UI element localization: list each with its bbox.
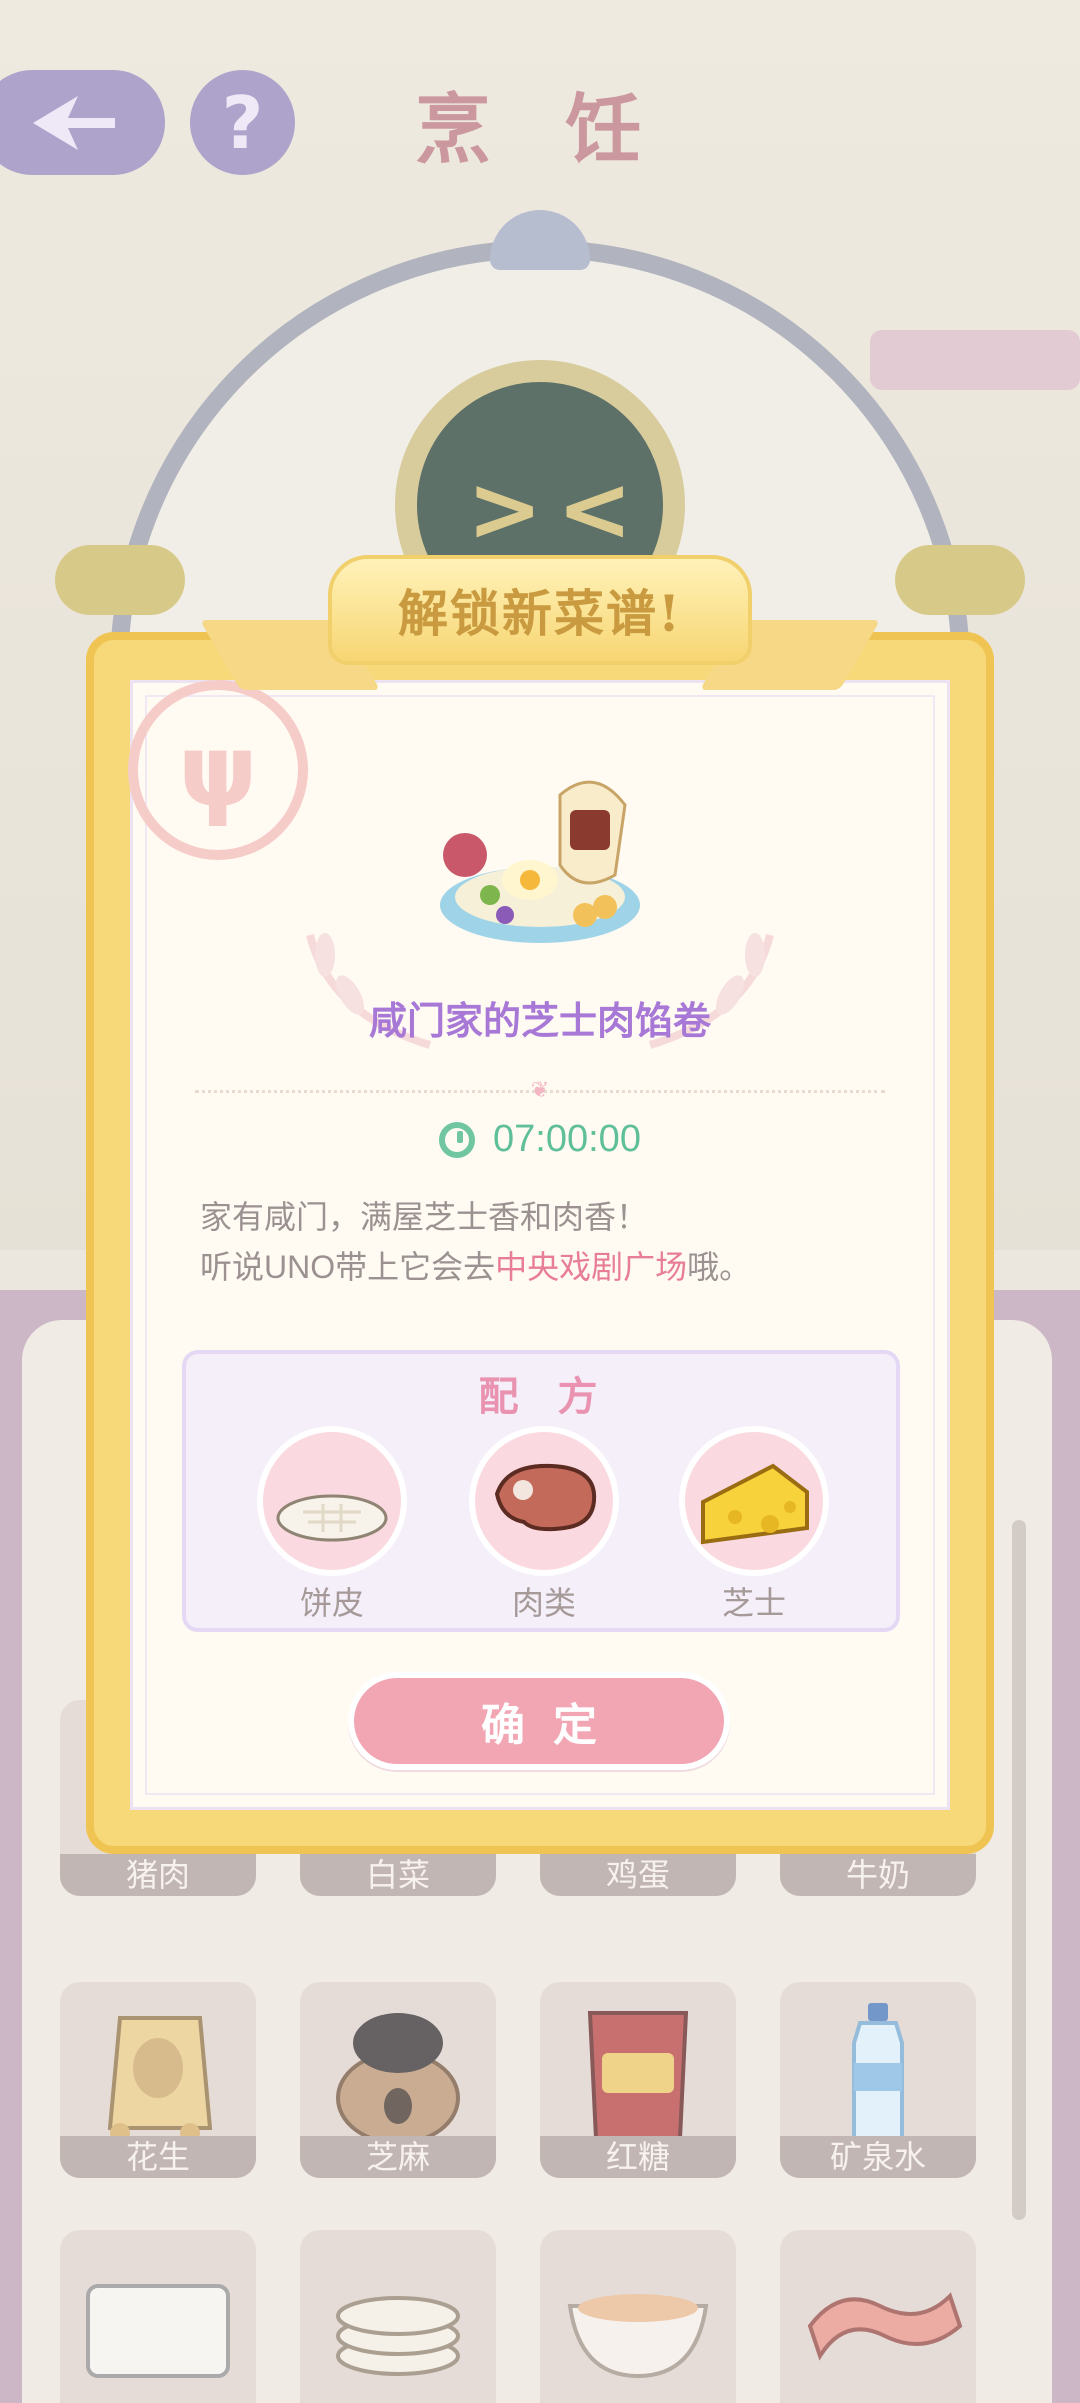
fork-spoon-stamp-icon: ψ — [128, 680, 308, 860]
ingredient-circle — [679, 1426, 829, 1576]
confirm-button-label: 确定 — [481, 1701, 625, 1750]
recipe-ingredient: 芝士 — [674, 1426, 834, 1624]
recipe-ingredient: 肉类 — [464, 1426, 624, 1624]
unlock-banner-title: 解锁新菜谱! — [398, 584, 682, 643]
location-highlight: 中央戏剧广场 — [495, 1249, 688, 1285]
confirm-button[interactable]: 确定 — [348, 1672, 730, 1770]
ingredient-label: 肉类 — [511, 1585, 576, 1621]
dish-description: 家有咸门，满屋芝士香和肉香！ 听说UNO带上它会去中央戏剧广场哦。 — [200, 1192, 920, 1292]
flatbread-icon — [276, 1494, 388, 1542]
recipe-title: 配 方 — [478, 1375, 612, 1419]
description-line: 家有咸门，满屋芝士香和肉香！ — [200, 1199, 649, 1235]
ingredient-circle — [469, 1426, 619, 1576]
dish-name: 咸门家的芝士肉馅卷 — [368, 1001, 711, 1043]
description-text: 听说UNO带上它会去 — [200, 1249, 496, 1285]
timer-value: 07:00:00 — [493, 1118, 641, 1160]
ingredient-label: 饼皮 — [299, 1585, 364, 1621]
bow-icon: ❦ — [530, 1078, 550, 1103]
description-text: 哦。 — [687, 1249, 752, 1285]
description-line: 听说UNO带上它会去中央戏剧广场哦。 — [200, 1242, 920, 1292]
ingredient-circle — [257, 1426, 407, 1576]
meat-icon — [494, 1463, 597, 1532]
unlock-banner: 解锁新菜谱! — [328, 555, 752, 665]
ingredient-label: 芝士 — [721, 1585, 786, 1621]
clock-icon — [439, 1121, 476, 1158]
cheese-icon — [701, 1463, 809, 1545]
recipe-ingredient: 饼皮 — [252, 1426, 412, 1624]
recipe-box: 配 方 饼皮 肉类 芝士 — [182, 1350, 900, 1632]
cook-timer: 07:00:00 — [0, 1118, 1080, 1161]
